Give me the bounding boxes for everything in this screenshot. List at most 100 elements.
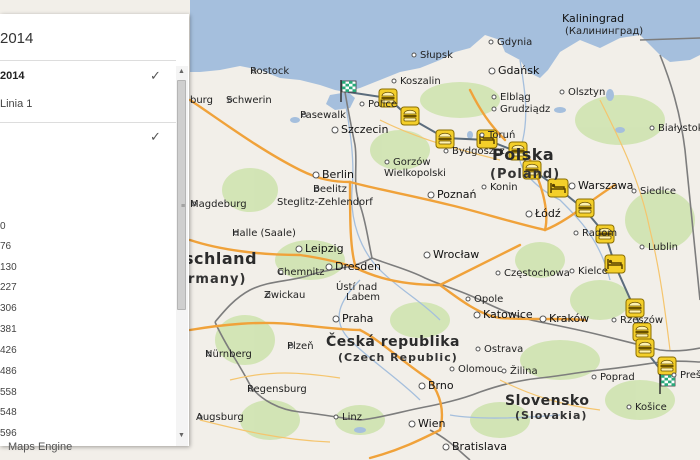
city-label: Bydgoszcz [452, 146, 505, 157]
city-label: Wielkopolski [384, 168, 446, 179]
city-label: Schwerin [226, 95, 272, 106]
country-label-germany: schland [184, 249, 257, 268]
city-dot [331, 126, 339, 134]
city-label: Elbląg [500, 92, 531, 103]
city-label: Gdańsk [498, 64, 540, 77]
city-label: Częstochowa [504, 268, 570, 279]
list-value[interactable]: 306 [0, 303, 17, 314]
layer-2014-name[interactable]: 2014 [0, 70, 175, 82]
city-label: Białystok [658, 123, 700, 134]
list-value[interactable]: 130 [0, 262, 17, 273]
city-label: Rzeszów [620, 314, 663, 326]
city-dot [479, 132, 485, 138]
city-label: Toruń [487, 129, 515, 141]
burger-marker-icon[interactable] [635, 338, 655, 358]
city-dot [525, 210, 533, 218]
city-label: Grudziądz [500, 104, 550, 115]
country-sublabel-poland: (Poland) [490, 167, 560, 182]
city-label: Gdynia [497, 37, 532, 48]
city-label: (Калининград) [565, 26, 643, 37]
city-label: Szczecin [341, 123, 388, 136]
city-label: Siedlce [640, 186, 676, 197]
city-dot [332, 315, 340, 323]
burger-marker-icon[interactable] [400, 106, 420, 126]
city-label: Linz [342, 412, 362, 423]
panel-scrollbar[interactable]: ▲ ≡ ▼ [176, 66, 188, 446]
city-label: Opole [474, 294, 503, 305]
scroll-down-arrow-icon[interactable]: ▼ [178, 432, 185, 439]
city-label: Prešov [680, 369, 700, 381]
city-dot [639, 244, 645, 250]
city-dot [573, 230, 579, 236]
city-dot [473, 311, 481, 319]
bed-marker-icon[interactable] [604, 254, 626, 274]
city-dot [411, 52, 417, 58]
city-dot [295, 245, 303, 253]
city-label: Ostrava [484, 344, 523, 355]
city-dot [501, 368, 507, 374]
city-label: Poznań [437, 188, 476, 201]
city-label: Košice [635, 401, 667, 413]
city-dot [491, 94, 497, 100]
layers-panel: 2014 2014 ✓ Linia 1 ✓ 0 76 130 227 306 3… [0, 14, 189, 446]
list-value[interactable]: 426 [0, 345, 17, 356]
city-dot [611, 317, 617, 323]
city-label: Olomouc [458, 364, 502, 375]
city-dot [408, 420, 416, 428]
city-dot [443, 148, 449, 154]
list-value[interactable]: 227 [0, 282, 17, 293]
scroll-up-arrow-icon[interactable]: ▲ [178, 68, 185, 75]
city-label: Nürnberg [205, 349, 252, 360]
layer-linia-1-name[interactable]: Linia 1 [0, 98, 175, 110]
city-label: Warszawa [578, 179, 633, 192]
city-label: Police [368, 99, 397, 110]
city-label: Kielce [578, 266, 608, 277]
city-dot [568, 182, 576, 190]
city-label: Dresden [335, 260, 381, 273]
city-label: Kaliningrad [562, 12, 624, 25]
city-label: Berlin [322, 168, 354, 181]
country-sublabel-slovakia: (Slovakia) [515, 409, 587, 422]
list-value[interactable]: 596 [0, 428, 17, 439]
city-dot [671, 372, 677, 378]
list-value[interactable]: 76 [0, 241, 11, 252]
burger-marker-icon[interactable] [575, 198, 595, 218]
city-label: Beelitz [313, 184, 347, 195]
city-dot [418, 382, 426, 390]
layer-3-checkbox[interactable]: ✓ [150, 130, 162, 143]
list-value[interactable]: 548 [0, 407, 17, 418]
city-label: Koszalin [400, 76, 441, 87]
layer-2014-checkbox[interactable]: ✓ [150, 69, 162, 82]
city-dot [631, 188, 637, 194]
city-label: Labem [346, 292, 380, 303]
city-label: Rostock [250, 66, 289, 77]
list-value[interactable]: 486 [0, 366, 17, 377]
city-label: Žilina [510, 364, 538, 377]
city-label: Augsburg [196, 412, 244, 423]
list-value[interactable]: 0 [0, 221, 6, 232]
panel-title: 2014 [0, 30, 34, 47]
city-label: Radom [582, 228, 617, 239]
list-value[interactable]: 381 [0, 324, 17, 335]
city-dot [495, 270, 501, 276]
city-dot [391, 78, 397, 84]
city-dot [359, 101, 365, 107]
list-value[interactable]: 558 [0, 387, 17, 398]
city-label: Pasewalk [300, 110, 346, 121]
divider [0, 122, 176, 123]
city-label: Magdeburg [190, 199, 247, 210]
burger-marker-icon[interactable] [657, 356, 677, 376]
city-dot [465, 296, 471, 302]
city-label: Wrocław [433, 248, 479, 261]
city-label: Regensburg [247, 384, 307, 395]
city-label: Łódź [534, 207, 561, 220]
scroll-thumb[interactable]: ≡ [177, 80, 186, 310]
city-dot [449, 366, 455, 372]
city-dot [423, 251, 431, 259]
city-dot [569, 268, 575, 274]
city-label: Chemnitz [277, 267, 325, 278]
city-label: Kraków [549, 312, 589, 325]
city-dot [488, 39, 494, 45]
country-label-slovakia: Slovensko [505, 393, 589, 409]
city-label: Steglitz-Zehlendorf [277, 197, 373, 208]
